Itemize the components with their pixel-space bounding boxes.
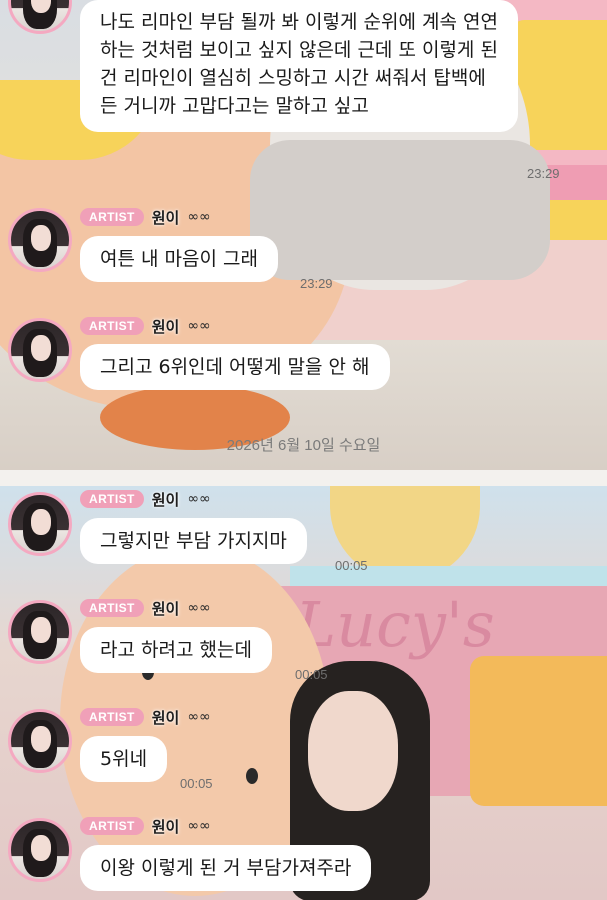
infinity-icon: ∞∞	[187, 209, 211, 225]
sender-row: ARTIST 원이 ∞∞	[80, 598, 211, 618]
sender-row: ARTIST 원이 ∞∞	[80, 316, 211, 336]
message-bubble[interactable]: 여튼 내 마음이 그래	[80, 236, 278, 282]
artist-badge: ARTIST	[80, 817, 144, 835]
message-bubble[interactable]: 나도 리마인 부담 될까 봐 이렇게 순위에 계속 연연하는 것처럼 보이고 싶…	[80, 0, 518, 132]
message-bubble[interactable]: 이왕 이렇게 된 거 부담가져주라	[80, 845, 372, 891]
message-bubble[interactable]: 5위네	[80, 736, 168, 782]
avatar[interactable]	[8, 0, 72, 34]
infinity-icon: ∞∞	[187, 709, 211, 725]
sender-name[interactable]: 원이	[152, 489, 180, 510]
artist-badge: ARTIST	[80, 599, 144, 617]
avatar-face	[31, 225, 51, 251]
date-divider: 2026년 6월 10일 수요일	[226, 437, 381, 454]
message-time: 23:29	[527, 166, 560, 181]
message-bubble[interactable]: 라고 하려고 했는데	[80, 627, 272, 673]
sender-row: ARTIST 원이 ∞∞	[80, 207, 211, 227]
artist-badge: ARTIST	[80, 708, 144, 726]
sender-row: ARTIST 원이 ∞∞	[80, 489, 211, 509]
artist-badge: ARTIST	[80, 490, 144, 508]
avatar[interactable]	[8, 709, 72, 773]
avatar[interactable]	[8, 492, 72, 556]
sender-name[interactable]: 원이	[152, 207, 180, 228]
avatar-face	[31, 835, 51, 861]
sender-row: ARTIST 원이 ∞∞	[80, 707, 211, 727]
infinity-icon: ∞∞	[187, 491, 211, 507]
avatar-face	[31, 726, 51, 752]
avatar-face	[31, 617, 51, 643]
sender-name[interactable]: 원이	[152, 316, 180, 337]
sender-name[interactable]: 원이	[152, 598, 180, 619]
avatar[interactable]	[8, 818, 72, 882]
sender-row: ARTIST 원이 ∞∞	[80, 816, 211, 836]
avatar-face	[31, 335, 51, 361]
sender-name[interactable]: 원이	[152, 816, 180, 837]
message-time: 23:29	[300, 276, 333, 291]
avatar[interactable]	[8, 600, 72, 664]
infinity-icon: ∞∞	[187, 818, 211, 834]
infinity-icon: ∞∞	[187, 318, 211, 334]
message-bubble[interactable]: 그리고 6위인데 어떻게 말을 안 해	[80, 344, 390, 390]
message-bubble[interactable]: 그렇지만 부담 가지지마	[80, 518, 307, 564]
message-time: 00:05	[180, 776, 213, 791]
infinity-icon: ∞∞	[187, 600, 211, 616]
artist-badge: ARTIST	[80, 208, 144, 226]
chat-screen: Lucy's 나도 리마인 부담 될까 봐 이렇게 순위에 계속 연연하는 것처…	[0, 0, 607, 900]
artist-badge: ARTIST	[80, 317, 144, 335]
message-list: 나도 리마인 부담 될까 봐 이렇게 순위에 계속 연연하는 것처럼 보이고 싶…	[0, 0, 607, 900]
avatar[interactable]	[8, 318, 72, 382]
message-time: 00:05	[335, 558, 368, 573]
message-time: 00:05	[295, 667, 328, 682]
sender-name[interactable]: 원이	[152, 707, 180, 728]
avatar-face	[31, 509, 51, 535]
avatar[interactable]	[8, 208, 72, 272]
